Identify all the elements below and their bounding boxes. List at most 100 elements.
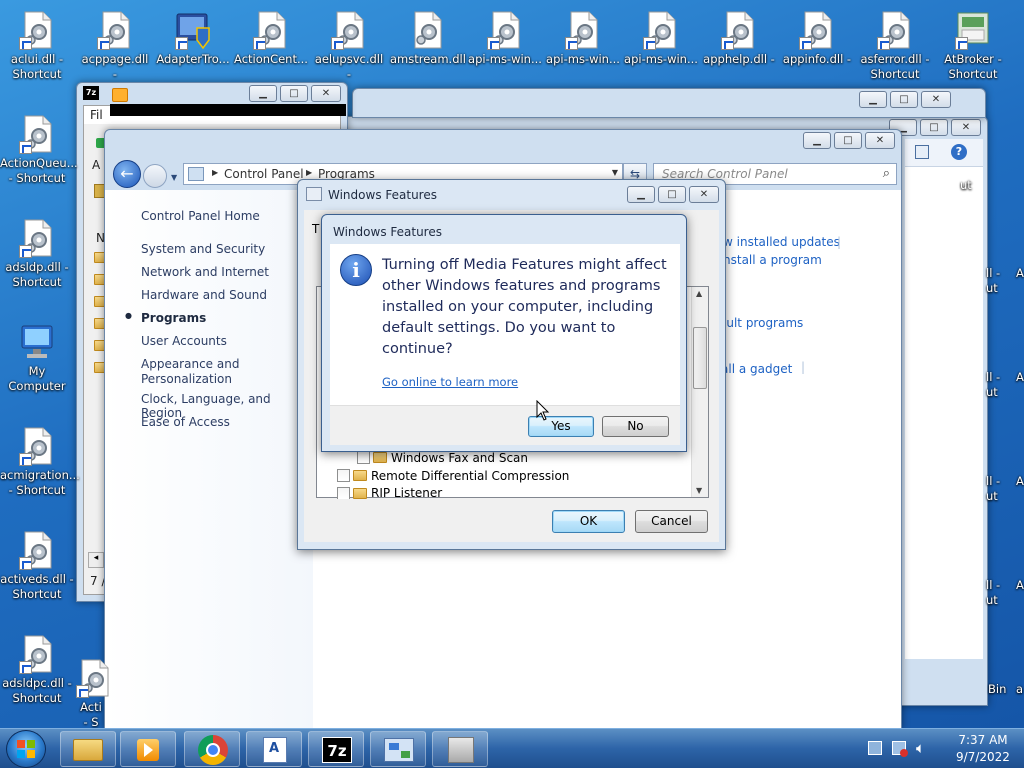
desktop-icon[interactable]: amstream.dll xyxy=(390,10,466,67)
desktop-icon[interactable]: ActionQueu... - Shortcut xyxy=(0,114,78,186)
desktop-icon[interactable]: appinfo.dll - xyxy=(780,10,854,67)
desktop-icon[interactable]: acppage.dll - xyxy=(78,10,152,82)
maximize-button[interactable]: □ xyxy=(834,132,862,149)
taskbar-control-panel[interactable] xyxy=(370,731,426,767)
minimize-button[interactable]: ▁ xyxy=(803,132,831,149)
pane-icon[interactable] xyxy=(915,145,929,159)
minimize-button[interactable]: ▁ xyxy=(859,91,887,108)
minimize-button[interactable]: ▁ xyxy=(249,85,277,102)
taskbar-explorer[interactable] xyxy=(60,731,116,767)
link-default-programs[interactable]: ault programs xyxy=(719,316,803,330)
tree-scrollbar[interactable]: ▲ ▼ xyxy=(691,287,708,497)
search-icon[interactable]: ⌕ xyxy=(883,166,890,181)
link-install-a-program[interactable]: nstall a program xyxy=(723,253,822,267)
back-button[interactable]: ← xyxy=(113,160,141,188)
feature-item[interactable]: Remote Differential Compression xyxy=(337,467,657,485)
nav-ease-of-access[interactable]: Ease of Access xyxy=(141,415,230,429)
scroll-down-icon[interactable]: ▼ xyxy=(696,486,702,495)
minimize-button[interactable]: ▁ xyxy=(627,186,655,203)
address-dropdown-icon[interactable]: ▼ xyxy=(612,168,618,177)
desktop-icon-label: amstream.dll xyxy=(390,52,466,66)
shortcut-arrow-icon xyxy=(487,37,500,50)
taskbar-7zip[interactable]: 7z xyxy=(308,731,364,767)
desktop-icon[interactable]: aclui.dll - Shortcut xyxy=(0,10,74,82)
taskbar-media-player[interactable] xyxy=(120,731,176,767)
desktop-icon[interactable]: aelupsvc.dll - xyxy=(312,10,386,82)
action-center-icon[interactable] xyxy=(868,741,882,755)
shortcut-arrow-icon xyxy=(253,37,266,50)
breadcrumb-arrow[interactable]: ▶ xyxy=(306,168,312,177)
add-label[interactable]: A xyxy=(92,158,100,172)
desktop-icon[interactable]: adsldp.dll - Shortcut xyxy=(0,218,74,290)
cancel-button[interactable]: Cancel xyxy=(635,510,708,533)
background-window-top[interactable]: ▁ □ ✕ xyxy=(352,88,986,118)
nav-appearance-and-personalization[interactable]: Appearance and Personalization xyxy=(141,357,239,387)
link-install-a-gadget[interactable]: all a gadget xyxy=(721,362,792,376)
shortcut-arrow-icon xyxy=(19,453,32,466)
scroll-left-button[interactable]: ◂ xyxy=(88,552,104,568)
feature-checkbox[interactable] xyxy=(337,469,350,482)
desktop-icon[interactable]: api-ms-win... xyxy=(624,10,698,67)
confirm-dialog[interactable]: Windows Features i Turning off Media Fea… xyxy=(321,214,687,452)
desktop-icon[interactable]: My Computer xyxy=(0,322,74,394)
volume-icon[interactable]: 🔈︎ xyxy=(916,739,925,757)
clock-time[interactable]: 7:37 AM xyxy=(950,733,1016,747)
learn-more-link[interactable]: Go online to learn more xyxy=(382,375,518,389)
start-button[interactable] xyxy=(6,730,46,768)
nav-network-and-internet[interactable]: Network and Internet xyxy=(141,265,269,279)
maximize-button[interactable]: □ xyxy=(920,119,948,136)
close-button[interactable]: ✕ xyxy=(921,91,951,108)
shortcut-arrow-icon xyxy=(331,37,344,50)
desktop-icon[interactable]: Acti - S xyxy=(76,658,109,728)
maximize-button[interactable]: □ xyxy=(280,85,308,102)
desktop-icon[interactable]: AdapterTro... xyxy=(156,10,230,67)
nav-user-accounts[interactable]: User Accounts xyxy=(141,334,227,348)
breadcrumb-control-panel[interactable]: Control Panel xyxy=(224,167,304,181)
nav-system-and-security[interactable]: System and Security xyxy=(141,242,265,256)
media-player-icon xyxy=(137,739,159,761)
desktop-icon-label: asferror.dll - Shortcut xyxy=(860,52,930,81)
help-icon[interactable]: ? xyxy=(951,144,967,160)
no-button[interactable]: No xyxy=(602,416,669,437)
desktop-icon[interactable]: asferror.dll - Shortcut xyxy=(858,10,932,82)
close-button[interactable]: ✕ xyxy=(689,186,719,203)
desktop-icon[interactable]: AtBroker - Shortcut xyxy=(936,10,1010,82)
ok-button[interactable]: OK xyxy=(552,510,625,533)
desktop-icon[interactable]: adsldpc.dll - Shortcut xyxy=(0,634,74,706)
recent-pages-dropdown[interactable]: ▼ xyxy=(171,173,177,182)
desktop-icon[interactable]: ActionCent... xyxy=(234,10,308,67)
link-separator: | xyxy=(837,235,842,249)
network-icon[interactable] xyxy=(892,741,908,757)
maximize-button[interactable]: □ xyxy=(890,91,918,108)
link-view-installed-updates[interactable]: w installed updates xyxy=(723,235,840,249)
scroll-thumb[interactable] xyxy=(693,327,707,389)
desktop-icon[interactable]: api-ms-win... xyxy=(468,10,542,67)
desktop-icon[interactable]: apphelp.dll - xyxy=(702,10,776,67)
breadcrumb-arrow[interactable]: ▶ xyxy=(212,168,218,177)
clock-date[interactable]: 9/7/2022 xyxy=(948,750,1018,764)
close-button[interactable]: ✕ xyxy=(865,132,895,149)
maximize-button[interactable]: □ xyxy=(658,186,686,203)
shortcut-arrow-icon xyxy=(175,37,188,50)
feature-item[interactable]: RIP Listener xyxy=(337,485,657,499)
menu-file[interactable]: Fil xyxy=(90,108,103,122)
taskbar-wordpad[interactable]: A xyxy=(246,731,302,767)
desktop-icon[interactable]: acmigration... - Shortcut xyxy=(0,426,80,498)
nav-hardware-and-sound[interactable]: Hardware and Sound xyxy=(141,288,267,302)
scroll-up-icon[interactable]: ▲ xyxy=(696,289,702,298)
dll-file-icon xyxy=(97,10,133,50)
close-button[interactable]: ✕ xyxy=(951,119,981,136)
forward-button[interactable] xyxy=(143,164,167,188)
nav-control-panel-home[interactable]: Control Panel Home xyxy=(141,209,260,223)
chrome-icon xyxy=(198,735,228,765)
fragment-label: A xyxy=(1016,578,1024,592)
feature-checkbox[interactable] xyxy=(337,487,350,499)
desktop-icon[interactable]: activeds.dll - Shortcut xyxy=(0,530,74,602)
close-button[interactable]: ✕ xyxy=(311,85,341,102)
nav-programs[interactable]: Programs xyxy=(141,311,206,325)
taskbar-program-files[interactable] xyxy=(432,731,488,767)
taskbar-chrome[interactable] xyxy=(184,731,240,767)
feature-checkbox[interactable] xyxy=(357,451,370,464)
desktop-icon[interactable]: api-ms-win... xyxy=(546,10,620,67)
desktop-icon-label: api-ms-win... xyxy=(468,52,542,66)
